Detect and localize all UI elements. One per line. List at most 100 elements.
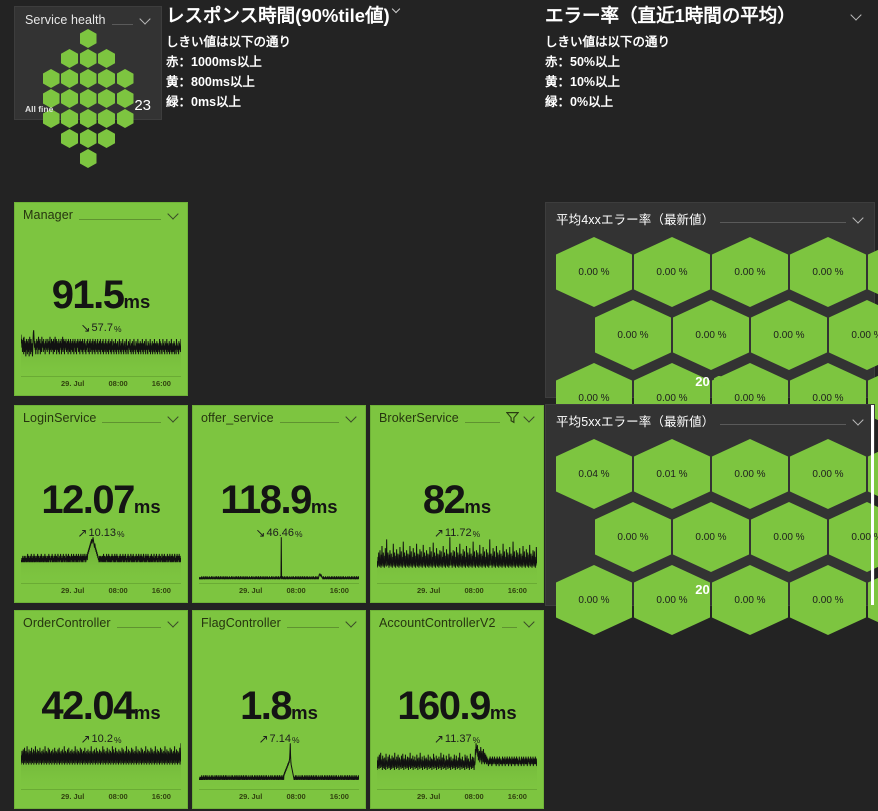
panel-4xx-honeycomb: 0.00 % 0.00 % 0.00 % 0.00 % 0.00 % 0.00 % 0.00… xyxy=(556,237,878,433)
error-rate-hexagon[interactable]: 0.00 % xyxy=(790,439,866,509)
title-rule xyxy=(111,23,133,25)
metric-tile-manager[interactable]: Manager 91.5ms ↘ 57.7% 29. Jul 08:00 16:00 xyxy=(14,202,188,396)
hexagon-icon[interactable] xyxy=(61,69,78,88)
response-time-threshold-red: 赤：1000ms以上 xyxy=(166,55,262,69)
error-rate-title-row: エラー率（直近1時間の平均） xyxy=(545,2,870,28)
scrollbar[interactable] xyxy=(871,405,874,605)
chevron-down-icon[interactable] xyxy=(523,410,537,424)
chevron-down-icon[interactable] xyxy=(392,5,402,15)
axis-tick-label: 08:00 xyxy=(286,586,306,595)
error-rate-hexagon[interactable]: 0.04 % xyxy=(556,439,632,509)
chevron-down-icon[interactable] xyxy=(852,211,866,225)
error-rate-hexagon[interactable]: 0.00 % xyxy=(751,502,827,572)
axis-tick-label: 08:00 xyxy=(108,792,128,801)
metric-tile-offer_service[interactable]: offer_service 118.9ms ↘ 46.46% 29. Jul 08:00 1… xyxy=(192,405,366,603)
error-rate-hexagon[interactable]: 0.00 % xyxy=(556,565,632,635)
title-rule xyxy=(79,218,161,220)
error-rate-hexagon[interactable]: 0.00 % xyxy=(751,300,827,370)
title-rule xyxy=(286,626,339,628)
tile-header: offer_service xyxy=(193,406,365,425)
service-health-title: Service health xyxy=(25,13,106,27)
chevron-down-icon[interactable] xyxy=(139,12,153,26)
service-health-status: All fine xyxy=(25,104,54,114)
error-rate-title: エラー率（直近1時間の平均） xyxy=(545,5,796,26)
honeycomb-row: 0.00 %0.00 %0.00 %0.00 %0.00 %0.00 % xyxy=(556,565,878,635)
error-rate-hexagon[interactable]: 0.00 % xyxy=(595,502,671,572)
chevron-down-icon[interactable] xyxy=(167,615,181,629)
hexagon-icon[interactable] xyxy=(116,69,134,88)
tile-header: Manager xyxy=(15,203,187,222)
error-rate-hexagon[interactable]: 0.00 % xyxy=(712,565,788,635)
tile-unit: ms xyxy=(464,496,492,517)
hexagon-icon[interactable] xyxy=(42,69,60,88)
tile-header: AccountControllerV2 xyxy=(371,611,543,630)
error-rate-hexagon[interactable]: 0.00 % xyxy=(829,300,878,370)
hexagon-icon[interactable] xyxy=(79,69,97,88)
chevron-down-icon[interactable] xyxy=(850,8,864,22)
tile-unit: ms xyxy=(489,701,517,723)
chevron-down-icon[interactable] xyxy=(167,410,181,424)
chevron-down-icon[interactable] xyxy=(345,410,359,424)
metric-tile-loginservice[interactable]: LoginService 12.07ms ↗ 10.13% 29. Jul 08:00 16… xyxy=(14,405,188,603)
hexagon-icon[interactable] xyxy=(61,49,78,68)
hexagon-icon[interactable] xyxy=(79,49,97,68)
error-rate-hexagon[interactable]: 0.00 % xyxy=(790,565,866,635)
hexagon-icon[interactable] xyxy=(98,49,115,68)
honeycomb-row: 0.04 %0.01 %0.00 %0.00 %0.00 %0.00 %0.00… xyxy=(556,439,878,509)
error-rate-hexagon[interactable]: 0.00 % xyxy=(712,237,788,307)
axis-tick-label: 29. Jul xyxy=(239,792,263,801)
chevron-down-icon[interactable] xyxy=(852,413,866,427)
hexagon-icon[interactable] xyxy=(79,129,97,148)
honeycomb-row xyxy=(61,49,115,68)
axis-tick-label: 16:00 xyxy=(329,792,349,801)
error-rate-hexagon[interactable]: 0.00 % xyxy=(712,439,788,509)
title-rule xyxy=(464,421,500,423)
metric-tile-ordercontroller[interactable]: OrderController 42.04ms ↗ 10.2% 29. Jul 08:00… xyxy=(14,610,188,809)
panel-4xx-header: 平均4xxエラー率（最新値） xyxy=(546,203,874,228)
hexagon-icon[interactable] xyxy=(98,129,115,148)
axis-tick-label: 16:00 xyxy=(151,586,171,595)
error-rate-hexagon[interactable]: 0.00 % xyxy=(673,502,749,572)
panel-5xx-honeycomb: 0.04 % 0.01 % 0.00 % 0.00 % 0.00 % 0.00 % 0.00… xyxy=(556,439,878,635)
tile-header: FlagController xyxy=(193,611,365,630)
error-rate-4xx-panel[interactable]: 平均4xxエラー率（最新値） 0.00 % 0.00 % 0.00 % 0.00 % 0… xyxy=(545,202,878,433)
error-rate-hexagon[interactable]: 0.00 % xyxy=(673,300,749,370)
hexagon-icon[interactable] xyxy=(79,29,97,48)
tile-title: BrokerService xyxy=(379,411,459,425)
hexagon-icon[interactable] xyxy=(98,69,115,88)
metric-tile-flagcontroller[interactable]: FlagController 1.8ms ↗ 7.14% 29. Jul 08:00 16:… xyxy=(192,610,366,809)
title-rule xyxy=(720,222,846,223)
service-health-count: 23 xyxy=(134,97,151,114)
axis-tick-label: 08:00 xyxy=(464,586,484,595)
hexagon-icon[interactable] xyxy=(79,149,97,168)
metric-tile-accountcontrollerv2[interactable]: AccountControllerV2 160.9ms ↗ 11.37% 29. Jul… xyxy=(370,610,544,809)
hexagon-icon[interactable] xyxy=(61,129,78,148)
chevron-down-icon[interactable] xyxy=(523,615,537,629)
sparkline-axis: 29. Jul 08:00 16:00 xyxy=(21,792,181,804)
axis-tick-label: 08:00 xyxy=(464,792,484,801)
error-rate-hexagon[interactable]: 0.00 % xyxy=(556,237,632,307)
error-rate-hexagon[interactable]: 0.00 % xyxy=(595,300,671,370)
error-rate-hexagon[interactable]: 0.00 % xyxy=(634,237,710,307)
error-rate-hexagon[interactable]: 0.00 % xyxy=(634,565,710,635)
honeycomb-row: 0.00 %0.00 %0.00 %0.00 %0.00 %0.00 %0.00… xyxy=(595,300,878,370)
filter-funnel-icon[interactable] xyxy=(505,411,520,424)
sparkline-chart xyxy=(21,738,181,790)
service-health-honeycomb xyxy=(15,29,161,168)
tile-title: offer_service xyxy=(201,411,274,425)
honeycomb-row xyxy=(42,69,134,88)
response-time-subtitle: しきい値は以下の通り xyxy=(166,35,292,49)
chevron-down-icon[interactable] xyxy=(167,207,181,221)
metric-tile-brokerservice[interactable]: BrokerService 82ms ↗ 11.72% 29. Jul 08:00 16:0… xyxy=(370,405,544,603)
chevron-down-icon[interactable] xyxy=(345,615,359,629)
tile-title: OrderController xyxy=(23,616,111,630)
error-rate-hexagon[interactable]: 0.00 % xyxy=(868,237,878,307)
tile-unit: ms xyxy=(123,291,151,312)
service-health-panel[interactable]: Service health All fine 23 xyxy=(14,6,162,168)
error-rate-hexagon[interactable]: 0.01 % xyxy=(634,439,710,509)
error-rate-subtitle: しきい値は以下の通り xyxy=(545,35,671,49)
error-rate-hexagon[interactable]: 0.00 % xyxy=(790,237,866,307)
error-rate-5xx-panel[interactable]: 平均5xxエラー率（最新値） 0.04 % 0.01 % 0.00 % 0.00 % 0… xyxy=(545,404,878,635)
honeycomb-row: 0.00 %0.00 %0.00 %0.00 %0.00 %0.00 %0.00… xyxy=(595,502,878,572)
panel-5xx-legend-count: 20 xyxy=(695,582,710,597)
